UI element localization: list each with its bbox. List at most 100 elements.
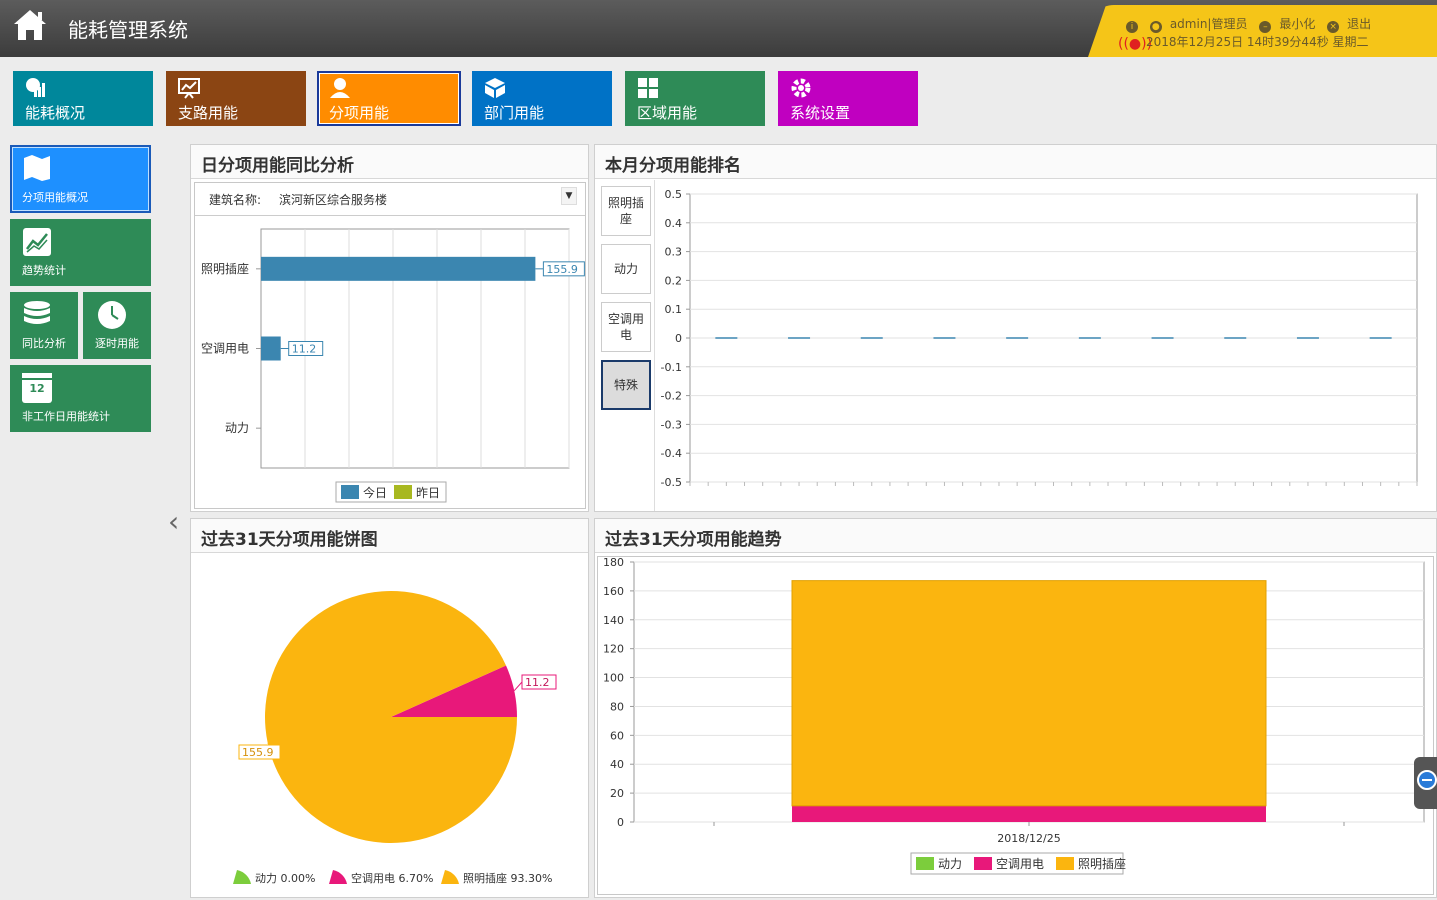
legend-swatch <box>441 870 459 884</box>
nav-overview[interactable]: 能耗概况 <box>13 71 153 126</box>
datetime: 2018年12月25日 14时39分44秒 星期二 <box>1146 35 1369 49</box>
building-label: 建筑名称: <box>209 193 262 207</box>
data-label: 11.2 <box>292 343 317 356</box>
pie-label-leader <box>513 681 523 691</box>
nav-label: 支路用能 <box>178 104 239 122</box>
nav-settings[interactable]: 系统设置 <box>778 71 918 126</box>
panel-title: 本月分项用能排名 <box>595 145 1436 179</box>
y-tick-label: 120 <box>603 643 624 656</box>
legend-label: 动力 0.00% <box>255 872 315 885</box>
rank-button-ac[interactable]: 空调用电 <box>601 302 651 352</box>
panel-title: 过去31天分项用能饼图 <box>191 519 588 553</box>
category-label: 动力 <box>225 421 249 435</box>
home-icon[interactable] <box>12 8 48 42</box>
remote-icon <box>1417 770 1437 790</box>
bar-today <box>261 336 281 361</box>
calendar-day: 12 <box>29 382 45 395</box>
y-tick-label: -0.3 <box>661 418 682 431</box>
y-tick-label: 180 <box>603 557 624 569</box>
rank-button-lighting[interactable]: 照明插座 <box>601 186 651 236</box>
legend-swatch <box>916 857 934 870</box>
y-tick-label: 0.1 <box>665 303 683 316</box>
y-tick-label: -0.1 <box>661 361 682 374</box>
rank-button-special[interactable]: 特殊 <box>601 360 651 410</box>
panel-title: 过去31天分项用能趋势 <box>595 519 1436 553</box>
nav-label: 部门用能 <box>484 104 545 122</box>
legend-label: 空调用电 6.70% <box>351 871 433 885</box>
pie-chart: 11.2 155.9 动力 0.00% 空调用电 6.70% 照明插座 93.30% <box>233 591 557 885</box>
app-title: 能耗管理系统 <box>68 18 188 42</box>
pie-label: 11.2 <box>525 676 550 689</box>
panel-trend: 过去31天分项用能趋势 0 20 40 60 80 100 120 140 160 180 2018… <box>594 518 1437 898</box>
y-tick-label: 20 <box>610 787 624 800</box>
y-tick-label: 140 <box>603 614 624 627</box>
sidebar-item-nonworkday[interactable]: 12 非工作日用能统计 <box>10 365 151 432</box>
y-tick-label: 40 <box>610 758 624 771</box>
sidebar-item-label: 逐时用能 <box>95 337 139 350</box>
y-tick-label: 80 <box>610 700 624 713</box>
daily-chart-frame: 建筑名称: 滨河新区综合服务楼 ▼ 照明插座 155.9 空调用电 11.2 动力今日 昨… <box>194 182 586 509</box>
legend-swatch <box>974 857 992 870</box>
y-tick-label: 60 <box>610 729 624 742</box>
sidebar-item-label: 非工作日用能统计 <box>22 410 110 423</box>
building-value: 滨河新区综合服务楼 <box>279 193 388 207</box>
category-label: 空调用电 <box>201 342 249 356</box>
sidebar-item-label: 同比分析 <box>22 337 66 350</box>
nav-label: 系统设置 <box>790 104 851 122</box>
nav-region[interactable]: 区域用能 <box>625 71 765 126</box>
trend-icon <box>23 228 51 256</box>
pie-label: 155.9 <box>242 746 274 759</box>
sidebar-item-label: 分项用能概况 <box>22 191 88 204</box>
status-box: i ● admin|管理员 – 最小化 × 退出 ((●))2018年12月25日 1… <box>1088 5 1437 57</box>
legend-label: 动力 <box>938 857 962 871</box>
legend-label: 昨日 <box>416 486 440 500</box>
chevron-down-icon[interactable]: ▼ <box>561 187 577 205</box>
x-tick-label: 2018/12/25 <box>997 832 1060 845</box>
y-tick-label: 160 <box>603 585 624 598</box>
y-tick-label: 100 <box>603 672 624 685</box>
sidebar-item-overview[interactable]: 分项用能概况 <box>10 145 151 213</box>
data-label: 155.9 <box>546 263 578 276</box>
chart-gauge-icon <box>26 78 45 97</box>
y-tick-label: 0 <box>617 816 624 829</box>
sidebar-item-trend[interactable]: 趋势统计 <box>10 219 151 286</box>
trend-stacked-chart: 0 20 40 60 80 100 120 140 160 180 2018/12/25 动力 空调用电… <box>603 556 1425 875</box>
presentation-chart-icon <box>178 78 200 99</box>
user-icon <box>330 78 350 98</box>
minimize-icon[interactable]: – <box>1259 21 1272 33</box>
legend-label: 今日 <box>363 485 387 500</box>
nav-branch[interactable]: 支路用能 <box>166 71 306 126</box>
calendar-icon: 12 <box>22 373 52 403</box>
collapse-sidebar-icon[interactable]: ‹ <box>168 505 179 538</box>
y-tick-label: -0.2 <box>661 390 682 403</box>
sidebar-item-yoy[interactable]: 同比分析 <box>10 292 78 359</box>
panel-title: 日分项用能同比分析 <box>191 145 588 179</box>
minimize-button[interactable]: 最小化 <box>1279 17 1315 31</box>
nav-label: 区域用能 <box>637 104 698 122</box>
y-tick-label: 0.5 <box>665 188 683 201</box>
building-select[interactable]: 建筑名称: 滨河新区综合服务楼 ▼ <box>195 183 585 216</box>
rank-button-power[interactable]: 动力 <box>601 244 651 294</box>
daily-bar-chart: 照明插座 155.9 空调用电 11.2 动力今日 昨日 <box>201 228 585 503</box>
logout-button[interactable]: 退出 <box>1347 17 1371 31</box>
legend-swatch <box>233 870 251 884</box>
alarm-icon[interactable]: ((●)) <box>1118 36 1152 52</box>
nav-department[interactable]: 部门用能 <box>472 71 612 126</box>
y-tick-label: -0.5 <box>661 476 682 489</box>
gear-icon <box>791 78 811 98</box>
y-tick-label: 0.4 <box>665 217 683 230</box>
user-icon: ● <box>1149 21 1162 33</box>
panel-daily-comparison: 日分项用能同比分析 建筑名称: 滨河新区综合服务楼 ▼ 照明插座 155.9 空调用… <box>190 144 589 512</box>
legend-swatch-yesterday <box>394 485 412 499</box>
side-drawer-handle[interactable] <box>1414 757 1437 809</box>
sidebar-item-hourly[interactable]: 逐时用能 <box>83 292 151 359</box>
panel-monthly-ranking: 本月分项用能排名 照明插座 动力 空调用电 特殊 0.5 0.4 0.3 0.2 0.1… <box>594 144 1437 512</box>
bar-segment <box>792 805 1266 822</box>
close-icon[interactable]: × <box>1327 21 1340 33</box>
category-label: 照明插座 <box>201 261 249 276</box>
nav-subitem[interactable]: 分项用能 <box>317 71 461 126</box>
legend-swatch <box>1056 857 1074 870</box>
info-icon[interactable]: i <box>1126 21 1138 33</box>
user-label: admin|管理员 <box>1169 17 1248 31</box>
y-tick-label: 0 <box>675 332 682 345</box>
